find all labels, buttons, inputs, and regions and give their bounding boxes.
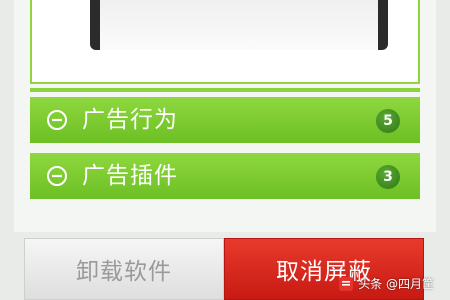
section-ad-plugins[interactable]: 广告插件 3 [30, 153, 420, 199]
count-badge: 3 [376, 165, 400, 189]
minus-circle-icon[interactable] [46, 165, 68, 187]
watermark: 头条 @四月筐 [338, 275, 434, 292]
app-preview-area [30, 0, 420, 84]
uninstall-button[interactable]: 卸载软件 [24, 238, 224, 300]
watermark-text: 头条 @四月筐 [358, 277, 434, 291]
count-badge: 5 [376, 109, 400, 133]
toutiao-logo-icon [339, 276, 354, 291]
minus-circle-icon[interactable] [46, 109, 68, 131]
section-label: 广告行为 [82, 107, 178, 133]
section-ad-behavior[interactable]: 广告行为 5 [30, 97, 420, 143]
section-label: 广告插件 [82, 163, 178, 189]
divider [30, 88, 420, 92]
device-image [90, 0, 388, 50]
